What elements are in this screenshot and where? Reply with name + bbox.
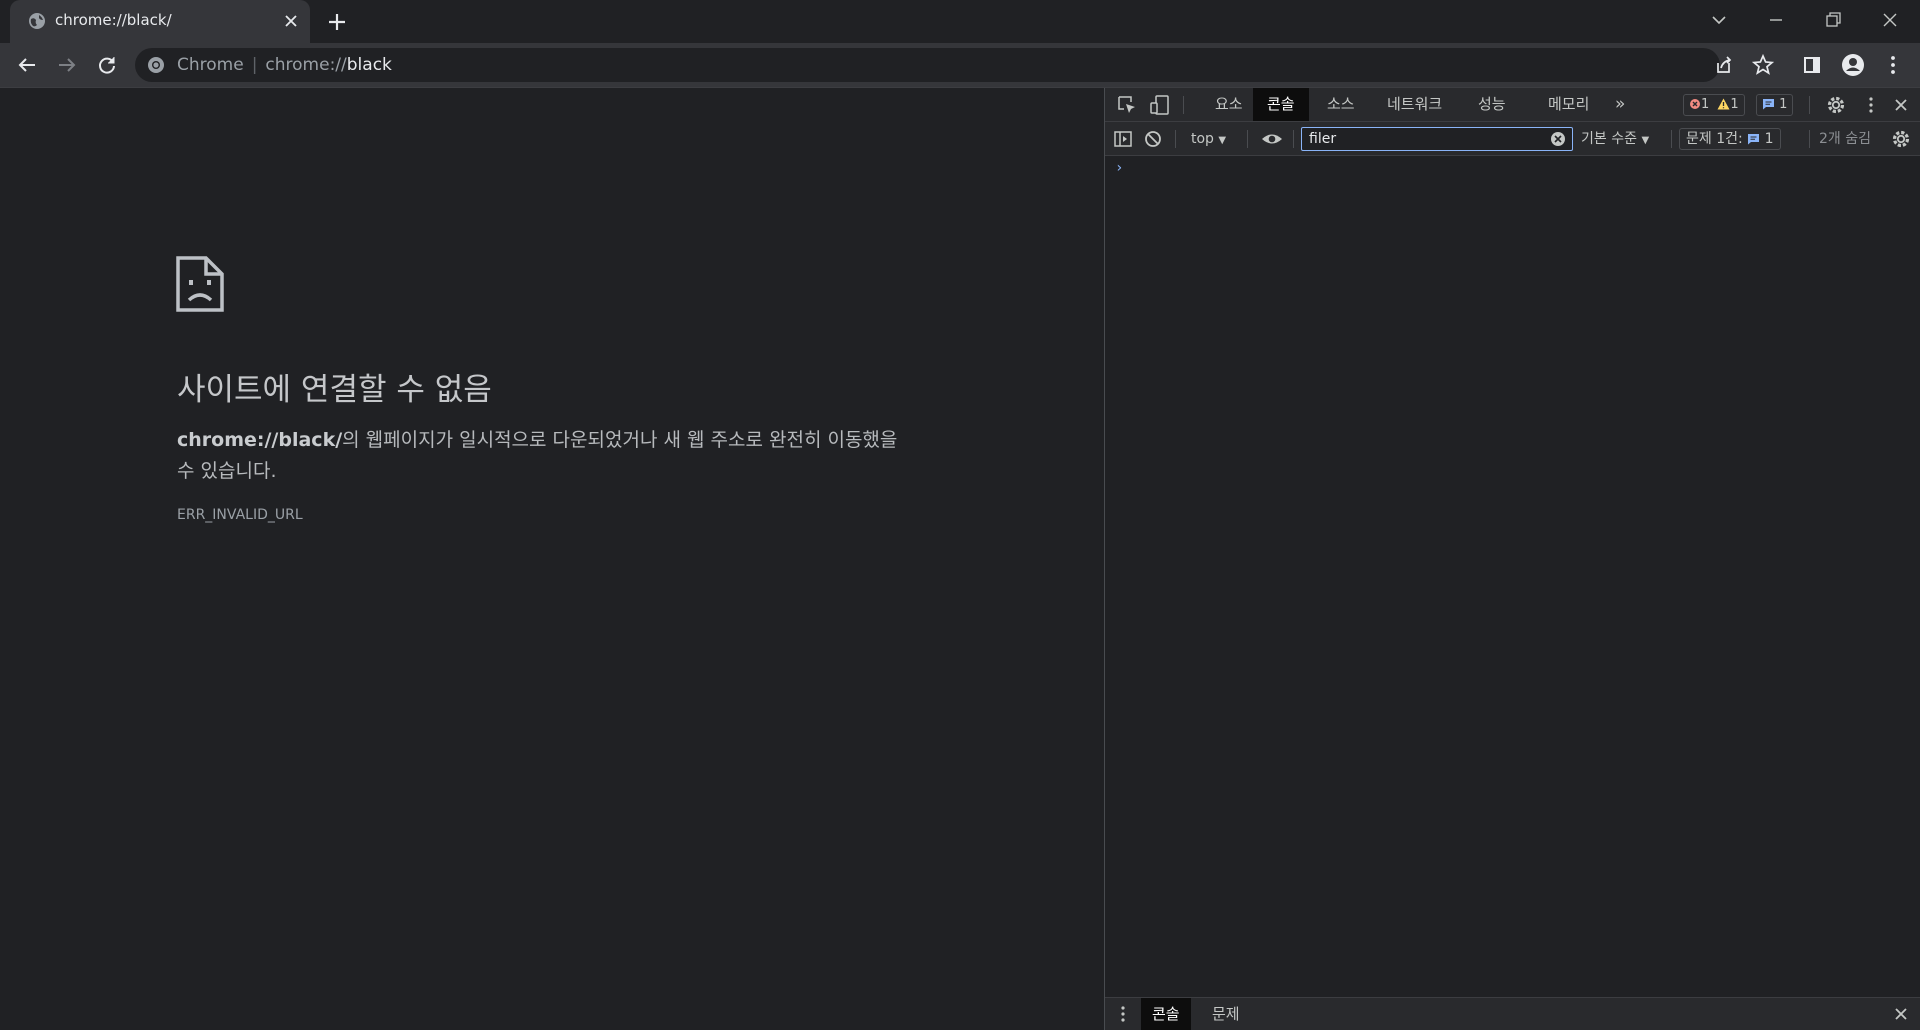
caret-down-icon: ▼ (1641, 135, 1650, 146)
hidden-messages-count: 2개 숨김 (1819, 131, 1871, 147)
caret-down-icon: ▼ (1218, 135, 1227, 146)
drawer-tab-issues[interactable]: 문제 (1201, 998, 1251, 1030)
error-title: 사이트에 연결할 수 없음 (177, 372, 492, 408)
restore-icon[interactable] (1817, 6, 1849, 34)
issue-message-icon (1748, 134, 1760, 145)
address-scheme: chrome:// (265, 55, 347, 75)
messages-badge[interactable]: 1 (1756, 94, 1794, 116)
inspect-element-icon[interactable] (1115, 93, 1139, 117)
issues-counter-button[interactable]: 문제 1건: 1 (1679, 128, 1781, 150)
tab-performance[interactable]: 성능 (1464, 88, 1520, 121)
toolbar-separator (1247, 130, 1248, 148)
globe-icon (29, 13, 45, 29)
message-icon (1763, 99, 1774, 110)
kebab-menu-icon[interactable] (1878, 50, 1908, 80)
toolbar-separator (1183, 96, 1184, 114)
share-icon[interactable] (1708, 50, 1738, 80)
issues-label: 문제 1건: (1686, 131, 1743, 147)
error-code: ERR_INVALID_URL (177, 507, 303, 523)
console-output[interactable]: › (1105, 156, 1920, 997)
error-url: chrome://black/ (177, 429, 343, 451)
error-count: 1 (1701, 97, 1710, 112)
eye-icon[interactable] (1260, 127, 1284, 151)
side-panel-icon[interactable] (1797, 50, 1827, 80)
address-chip: Chrome (177, 55, 244, 75)
log-levels-dropdown[interactable]: 기본 수준 ▼ (1581, 128, 1649, 150)
page-content: 사이트에 연결할 수 없음 chrome://black/의 웹페이지가 일시적… (0, 88, 1104, 1030)
tab-console[interactable]: 콘솔 (1253, 88, 1309, 121)
drawer-close-icon[interactable] (1889, 1002, 1913, 1026)
warning-icon (1717, 98, 1730, 110)
message-count: 1 (1779, 97, 1788, 112)
clear-filter-icon[interactable] (1550, 131, 1566, 147)
browser-tab[interactable]: chrome://black/ (10, 0, 310, 43)
address-separator: | (251, 55, 258, 75)
more-tabs-button[interactable]: » (1601, 88, 1639, 121)
window-close-icon[interactable] (1874, 6, 1906, 34)
devtools-panel: 요소 콘솔 소스 네트워크 성능 메모리 » 1 1 1 top ▼ filer… (1104, 88, 1920, 1030)
reload-icon[interactable] (92, 50, 122, 80)
tab-title: chrome://black/ (55, 11, 172, 29)
drawer-menu-icon[interactable] (1111, 1002, 1135, 1026)
drawer-tab-console[interactable]: 콘솔 (1141, 998, 1191, 1030)
warning-count: 1 (1730, 97, 1739, 112)
device-toolbar-icon[interactable] (1148, 93, 1172, 117)
console-prompt: › (1115, 160, 1124, 176)
error-description: chrome://black/의 웹페이지가 일시적으로 다운되었거나 새 웹 … (177, 425, 917, 487)
address-bar[interactable]: Chrome | chrome://black (135, 48, 1720, 82)
bookmark-star-icon[interactable] (1748, 50, 1778, 80)
toolbar-separator (1175, 130, 1176, 148)
toolbar-separator (1809, 96, 1810, 114)
levels-value: 기본 수준 (1581, 131, 1637, 147)
context-value: top (1191, 131, 1214, 147)
browser-toolbar: Chrome | chrome://black (0, 43, 1920, 88)
title-bar: chrome://black/ (0, 0, 1920, 43)
error-icon (1690, 99, 1700, 109)
new-tab-icon[interactable] (324, 9, 350, 35)
tab-memory[interactable]: 메모리 (1534, 88, 1603, 121)
console-toolbar: top ▼ 기본 수준 ▼ 문제 1건: 1 2개 숨김 (1105, 122, 1920, 156)
toolbar-separator (1809, 130, 1810, 148)
minimize-icon[interactable] (1760, 6, 1792, 34)
back-icon[interactable] (12, 50, 42, 80)
devtools-close-icon[interactable] (1889, 93, 1913, 117)
address-host: black (346, 55, 392, 75)
devtools-menu-icon[interactable] (1859, 93, 1883, 117)
issues-count: 1 (1764, 131, 1774, 147)
toolbar-separator (1293, 130, 1294, 148)
settings-gear-icon[interactable] (1824, 93, 1848, 117)
console-filter-input[interactable] (1302, 128, 1542, 150)
chrome-icon (148, 57, 164, 73)
devtools-tab-bar: 요소 콘솔 소스 네트워크 성능 메모리 » 1 1 1 (1105, 88, 1920, 122)
devtools-drawer: 콘솔 문제 (1105, 997, 1920, 1030)
console-filter-box (1301, 127, 1573, 151)
profile-avatar-icon[interactable] (1838, 50, 1868, 80)
error-warning-badge[interactable]: 1 1 (1683, 94, 1745, 116)
clear-console-icon[interactable] (1141, 127, 1165, 151)
toolbar-separator (1671, 130, 1672, 148)
console-settings-gear-icon[interactable] (1889, 127, 1913, 151)
tab-sources[interactable]: 소스 (1313, 88, 1369, 121)
tab-network[interactable]: 네트워크 (1373, 88, 1456, 121)
address-text: Chrome | chrome://black (177, 55, 392, 75)
tab-search-icon[interactable] (1703, 6, 1735, 34)
tab-elements[interactable]: 요소 (1201, 88, 1257, 121)
forward-icon[interactable] (52, 50, 82, 80)
tab-close-icon[interactable] (280, 10, 302, 32)
show-sidebar-icon[interactable] (1111, 127, 1135, 151)
sad-file-icon (176, 256, 224, 312)
context-selector[interactable]: top ▼ (1191, 128, 1226, 150)
